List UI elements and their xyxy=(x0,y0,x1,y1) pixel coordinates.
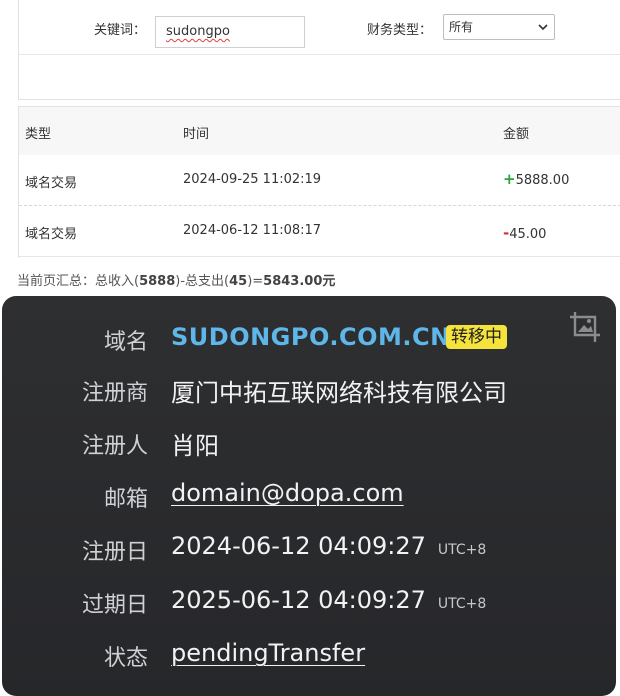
domain-label: 域名 xyxy=(103,330,148,355)
keyword-input[interactable]: sudongpo xyxy=(155,16,305,48)
created-label: 注册日 xyxy=(81,540,148,565)
summary-prefix: 当前页汇总：总收入( xyxy=(17,274,140,289)
table-header: 类型 时间 金额 xyxy=(19,107,620,155)
filter-panel: 关键词： sudongpo 财务类型： 所有 xyxy=(18,0,620,100)
whois-card: 域名 SUDONGPO.COM.CN 转移中 注册商 厦门中拓互联网络科技有限公… xyxy=(2,296,616,696)
email-link[interactable]: domain@dopa.com xyxy=(171,479,404,507)
row-amount: -45.00 xyxy=(503,224,546,242)
row-amount-value: 45.00 xyxy=(509,227,547,242)
row-amount-value: 5888.00 xyxy=(515,173,570,188)
registrant-label: 注册人 xyxy=(81,434,148,459)
income-sign: + xyxy=(503,170,516,188)
summary-income: 5888 xyxy=(139,274,176,289)
table-row: 域名交易 2024-09-25 11:02:19 +5888.00 xyxy=(19,155,620,206)
registrar-label: 注册商 xyxy=(81,381,148,406)
page-summary: 当前页汇总：总收入(5888)-总支出(45)=5843.00元 xyxy=(17,270,335,289)
created-timezone: UTC+8 xyxy=(437,542,487,558)
row-time: 2024-09-25 11:02:19 xyxy=(183,172,322,187)
header-type: 类型 xyxy=(25,127,52,142)
status-link[interactable]: pendingTransfer xyxy=(171,639,365,667)
finance-type-selected: 所有 xyxy=(449,20,474,34)
header-time: 时间 xyxy=(183,127,210,142)
summary-expense: 45 xyxy=(229,274,248,289)
keyword-label: 关键词： xyxy=(94,23,147,38)
status-label: 状态 xyxy=(103,646,148,671)
domain-value: SUDONGPO.COM.CN xyxy=(171,323,451,351)
transfer-status-badge: 转移中 xyxy=(446,325,507,349)
chevron-down-icon xyxy=(538,24,548,31)
header-amount: 金额 xyxy=(503,127,530,142)
keyword-input-value: sudongpo xyxy=(166,24,230,39)
registrar-value: 厦门中拓互联网络科技有限公司 xyxy=(171,379,507,407)
filter-row: 关键词： sudongpo 财务类型： 所有 xyxy=(19,0,620,55)
expires-label: 过期日 xyxy=(81,593,148,618)
email-label: 邮箱 xyxy=(103,487,148,512)
table-row: 域名交易 2024-06-12 11:08:17 -45.00 xyxy=(19,206,620,257)
summary-mid: )-总支出( xyxy=(175,274,230,289)
row-type: 域名交易 xyxy=(25,176,78,191)
row-amount: +5888.00 xyxy=(503,170,569,188)
created-date: 2024-06-12 04:09:27 xyxy=(171,532,426,560)
created-value: 2024-06-12 04:09:27 UTC+8 xyxy=(171,532,486,560)
expires-date: 2025-06-12 04:09:27 xyxy=(171,586,426,614)
registrant-value: 肖阳 xyxy=(171,432,219,460)
row-type: 域名交易 xyxy=(25,227,78,242)
summary-total: 5843.00元 xyxy=(263,274,336,289)
expires-value: 2025-06-12 04:09:27 UTC+8 xyxy=(171,586,486,614)
finance-table: 类型 时间 金额 域名交易 2024-09-25 11:02:19 +5888.… xyxy=(18,106,620,258)
expires-timezone: UTC+8 xyxy=(437,596,487,612)
finance-type-select[interactable]: 所有 xyxy=(443,14,555,40)
summary-eq: )= xyxy=(247,274,264,289)
finance-type-label: 财务类型： xyxy=(367,23,433,38)
crop-image-icon[interactable] xyxy=(568,310,602,344)
row-time: 2024-06-12 11:08:17 xyxy=(183,223,322,238)
